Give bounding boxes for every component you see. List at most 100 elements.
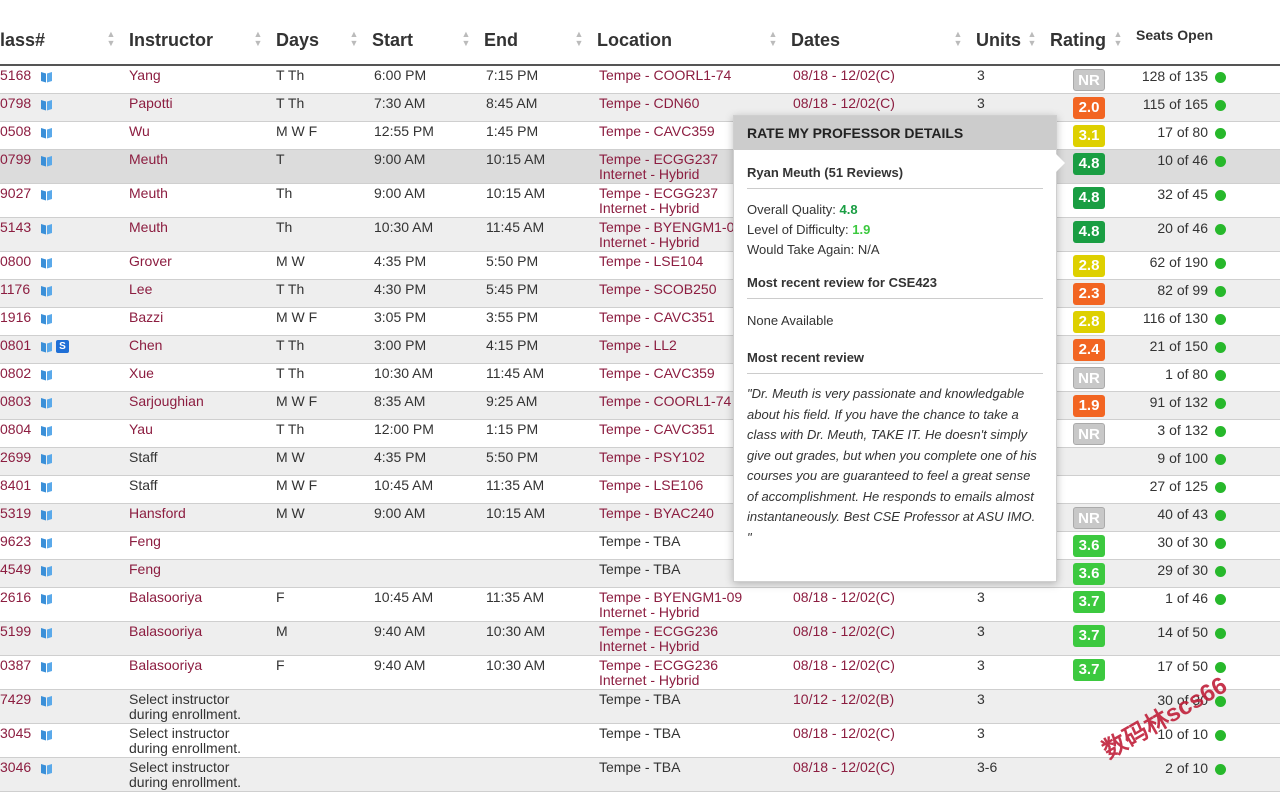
location[interactable]: Tempe - CAVC351 xyxy=(599,310,715,325)
location[interactable]: Tempe - CDN60 xyxy=(599,96,699,111)
rating-badge[interactable]: 4.8 xyxy=(1073,187,1105,209)
location[interactable]: Tempe - CAVC359 xyxy=(599,124,715,139)
location[interactable]: Tempe - LL2 xyxy=(599,338,677,353)
syllabus-icon[interactable]: S xyxy=(56,340,69,353)
book-icon[interactable] xyxy=(40,626,53,639)
rating-badge[interactable]: 3.7 xyxy=(1073,625,1105,647)
rating-badge[interactable]: NR xyxy=(1073,423,1105,445)
rating-badge[interactable]: 4.8 xyxy=(1073,221,1105,243)
table-row[interactable]: 0799 Meuth T 9:00 AM 10:15 AM Tempe - ECGG237… xyxy=(0,150,1280,184)
header-seats[interactable]: Seats Open xyxy=(1136,27,1213,43)
class-number[interactable]: 3045 xyxy=(0,726,31,741)
rating-badge[interactable]: 3.6 xyxy=(1073,535,1105,557)
class-number[interactable]: 5319 xyxy=(0,506,31,521)
class-number[interactable]: 0804 xyxy=(0,422,31,437)
class-number[interactable]: 2616 xyxy=(0,590,31,605)
instructor-name[interactable]: Balasooriya xyxy=(129,658,202,673)
instructor-name[interactable]: Meuth xyxy=(129,220,168,235)
dates[interactable]: 08/18 - 12/02(C) xyxy=(793,624,895,639)
book-icon[interactable] xyxy=(40,536,53,549)
instructor-name[interactable]: Feng xyxy=(129,562,161,577)
sort-icon[interactable]: ▲ ▼ xyxy=(461,30,471,50)
location[interactable]: Tempe - CAVC351 xyxy=(599,422,715,437)
location-secondary[interactable]: Internet - Hybrid xyxy=(599,673,699,688)
dates[interactable]: 08/18 - 12/02(C) xyxy=(793,726,895,741)
rating-badge[interactable]: NR xyxy=(1073,507,1105,529)
location[interactable]: Tempe - CAVC359 xyxy=(599,366,715,381)
class-number[interactable]: 8401 xyxy=(0,478,31,493)
rating-badge[interactable]: NR xyxy=(1073,69,1105,91)
book-icon[interactable] xyxy=(40,188,53,201)
rating-badge[interactable]: 3.7 xyxy=(1073,659,1105,681)
instructor-name[interactable]: Wu xyxy=(129,124,150,139)
sort-icon[interactable]: ▲ ▼ xyxy=(574,30,584,50)
location[interactable]: Tempe - BYENGM1-09 xyxy=(599,590,742,605)
book-icon[interactable] xyxy=(40,368,53,381)
header-units[interactable]: Units xyxy=(976,30,1021,51)
class-number[interactable]: 0802 xyxy=(0,366,31,381)
class-number[interactable]: 1916 xyxy=(0,310,31,325)
location[interactable]: Tempe - PSY102 xyxy=(599,450,705,465)
table-row[interactable]: 4549 Feng Tempe - TBA 3.6 29 of 30 xyxy=(0,560,1280,588)
dates[interactable]: 08/18 - 12/02(C) xyxy=(793,96,895,111)
class-number[interactable]: 1176 xyxy=(0,282,30,297)
table-row[interactable]: 7429 Select instructor during enrollment. T… xyxy=(0,690,1280,724)
instructor-name[interactable]: Yang xyxy=(129,68,161,83)
sort-icon[interactable]: ▲ ▼ xyxy=(768,30,778,50)
location-secondary[interactable]: Internet - Hybrid xyxy=(599,167,699,182)
dates[interactable]: 08/18 - 12/02(C) xyxy=(793,590,895,605)
location[interactable]: Tempe - ECGG237 xyxy=(599,186,718,201)
book-icon[interactable] xyxy=(40,480,53,493)
location-secondary[interactable]: Internet - Hybrid xyxy=(599,235,699,250)
table-row[interactable]: 0798 Papotti T Th 7:30 AM 8:45 AM Tempe - CDN… xyxy=(0,94,1280,122)
class-number[interactable]: 9623 xyxy=(0,534,31,549)
class-number[interactable]: 2699 xyxy=(0,450,31,465)
header-end[interactable]: End xyxy=(484,30,518,51)
header-classnum[interactable]: lass# xyxy=(0,30,45,51)
table-row[interactable]: 1916 Bazzi M W F 3:05 PM 3:55 PM Tempe - CAVC… xyxy=(0,308,1280,336)
book-icon[interactable] xyxy=(40,728,53,741)
table-row[interactable]: 3046 Select instructor during enrollment. T… xyxy=(0,758,1280,792)
table-row[interactable]: 5319 Hansford M W 9:00 AM 10:15 AM Tempe - BY… xyxy=(0,504,1280,532)
instructor-name[interactable]: Chen xyxy=(129,338,162,353)
location-secondary[interactable]: Internet - Hybrid xyxy=(599,605,699,620)
table-row[interactable]: 0804 Yau T Th 12:00 PM 1:15 PM Tempe - CAVC35… xyxy=(0,420,1280,448)
location[interactable]: Tempe - COORL1-74 xyxy=(599,394,731,409)
location[interactable]: Tempe - COORL1-74 xyxy=(599,68,731,83)
class-number[interactable]: 0798 xyxy=(0,96,31,111)
instructor-name[interactable]: Xue xyxy=(129,366,154,381)
location-secondary[interactable]: Internet - Hybrid xyxy=(599,201,699,216)
dates[interactable]: 08/18 - 12/02(C) xyxy=(793,68,895,83)
class-number[interactable]: 0387 xyxy=(0,658,31,673)
book-icon[interactable] xyxy=(40,660,53,673)
sort-icon[interactable]: ▲ ▼ xyxy=(953,30,963,50)
book-icon[interactable] xyxy=(40,564,53,577)
rating-badge[interactable]: 1.9 xyxy=(1073,395,1105,417)
rating-badge[interactable]: 2.8 xyxy=(1073,311,1105,333)
location[interactable]: Tempe - ECGG236 xyxy=(599,658,718,673)
table-row[interactable]: 0801 S Chen T Th 3:00 PM 4:15 PM Tempe - LL2 2.… xyxy=(0,336,1280,364)
header-days[interactable]: Days xyxy=(276,30,319,51)
rating-badge[interactable]: 2.8 xyxy=(1073,255,1105,277)
book-icon[interactable] xyxy=(40,98,53,111)
table-row[interactable]: 5143 Meuth Th 10:30 AM 11:45 AM Tempe - BYENG… xyxy=(0,218,1280,252)
location[interactable]: Tempe - ECGG237 xyxy=(599,152,718,167)
dates[interactable]: 08/18 - 12/02(C) xyxy=(793,658,895,673)
book-icon[interactable] xyxy=(40,284,53,297)
table-row[interactable]: 5199 Balasooriya M 9:40 AM 10:30 AM Tempe - E… xyxy=(0,622,1280,656)
class-number[interactable]: 0799 xyxy=(0,152,31,167)
book-icon[interactable] xyxy=(40,424,53,437)
instructor-name[interactable]: Bazzi xyxy=(129,310,163,325)
header-dates[interactable]: Dates xyxy=(791,30,840,51)
book-icon[interactable] xyxy=(40,126,53,139)
dates[interactable]: 10/12 - 12/02(B) xyxy=(793,692,894,707)
instructor-name[interactable]: Grover xyxy=(129,254,172,269)
instructor-name[interactable]: Meuth xyxy=(129,152,168,167)
rating-badge[interactable]: 3.1 xyxy=(1073,125,1105,147)
instructor-name[interactable]: Balasooriya xyxy=(129,624,202,639)
table-row[interactable]: 0387 Balasooriya F 9:40 AM 10:30 AM Tempe - E… xyxy=(0,656,1280,690)
sort-icon[interactable]: ▲ ▼ xyxy=(1027,30,1037,50)
book-icon[interactable] xyxy=(40,154,53,167)
table-row[interactable]: 9027 Meuth Th 9:00 AM 10:15 AM Tempe - ECGG23… xyxy=(0,184,1280,218)
book-icon[interactable] xyxy=(40,340,53,353)
